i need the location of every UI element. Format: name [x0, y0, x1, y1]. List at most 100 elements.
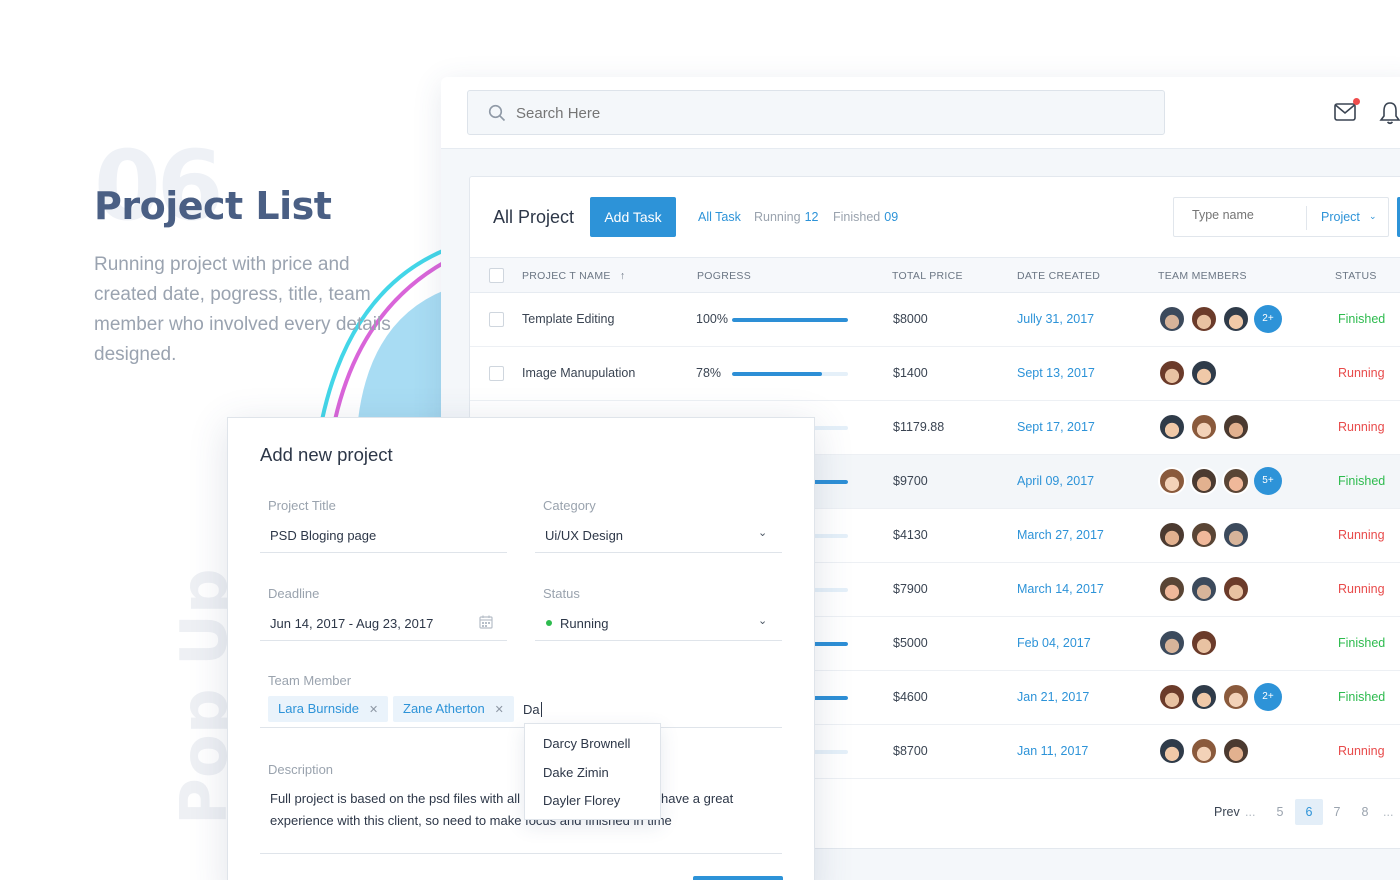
- panel-title: All Project: [493, 207, 575, 227]
- tab-label: Finished: [833, 210, 881, 224]
- suggestion-item[interactable]: Dake Zimin: [543, 765, 609, 780]
- typed-text: Da: [523, 702, 540, 717]
- team-member-label: Team Member: [268, 673, 352, 688]
- project-name[interactable]: Template Editing: [522, 312, 614, 326]
- tab-count: 12: [804, 210, 819, 224]
- table-row[interactable]: Template Editing 100% $8000 Jully 31, 2017 2…: [470, 293, 1400, 347]
- row-checkbox[interactable]: [489, 366, 504, 381]
- date-created: Sept 13, 2017: [1017, 366, 1095, 380]
- search-input[interactable]: [516, 102, 1116, 124]
- avatar[interactable]: [1158, 359, 1186, 387]
- more-members-badge[interactable]: 2+: [1254, 683, 1282, 711]
- more-members-badge[interactable]: 2+: [1254, 305, 1282, 333]
- avatar[interactable]: [1222, 737, 1250, 765]
- description-text-b[interactable]: have a great: [661, 791, 733, 806]
- deadline-input[interactable]: Jun 14, 2017 - Aug 23, 2017: [270, 616, 433, 631]
- avatar[interactable]: [1190, 575, 1218, 603]
- avatar[interactable]: [1190, 413, 1218, 441]
- select-all-checkbox[interactable]: [489, 268, 504, 283]
- name-filter: Project ⌄: [1173, 197, 1389, 237]
- avatar[interactable]: [1190, 359, 1218, 387]
- progress-fill: [732, 318, 848, 322]
- team-member-input[interactable]: Da: [523, 702, 542, 717]
- category-select[interactable]: Ui/UX Design: [545, 528, 623, 543]
- remove-chip-icon[interactable]: ✕: [495, 704, 504, 716]
- date-created: Feb 04, 2017: [1017, 636, 1091, 650]
- more-members-badge[interactable]: 5+: [1254, 467, 1282, 495]
- row-checkbox[interactable]: [489, 312, 504, 327]
- top-bar: [441, 77, 1400, 149]
- field-underline: [535, 552, 782, 553]
- remove-chip-icon[interactable]: ✕: [369, 704, 378, 716]
- search-box[interactable]: [467, 90, 1165, 135]
- avatar[interactable]: [1158, 521, 1186, 549]
- avatar[interactable]: [1158, 575, 1186, 603]
- avatar[interactable]: [1190, 683, 1218, 711]
- page-5[interactable]: 5: [1266, 799, 1294, 825]
- suggestion-item[interactable]: Dayler Florey: [543, 793, 620, 808]
- tab-all-task[interactable]: All Task: [698, 210, 741, 224]
- status-text: Finished: [1338, 312, 1386, 326]
- date-created: March 27, 2017: [1017, 528, 1104, 542]
- modal-title: Add new project: [260, 444, 393, 465]
- status-text: Running: [1338, 366, 1385, 380]
- avatar[interactable]: [1190, 521, 1218, 549]
- col-date-created: DATE CREATED: [1017, 270, 1101, 282]
- avatar[interactable]: [1190, 737, 1218, 765]
- avatar[interactable]: [1222, 521, 1250, 549]
- avatar[interactable]: [1158, 413, 1186, 441]
- team-chip: Lara Burnside ✕: [268, 696, 389, 722]
- name-filter-input[interactable]: [1192, 208, 1292, 222]
- col-total-price: TOTAL PRICE: [892, 270, 963, 282]
- category-label: Category: [543, 498, 596, 513]
- avatar[interactable]: [1222, 413, 1250, 441]
- chevron-down-icon[interactable]: ⌄: [758, 526, 767, 539]
- bell-icon[interactable]: [1379, 101, 1400, 125]
- search-icon: [488, 104, 506, 122]
- col-project-name[interactable]: PROJEC T NAME ↑: [522, 270, 625, 282]
- total-price: $4130: [893, 528, 928, 542]
- tab-running[interactable]: Running 12: [754, 210, 818, 224]
- avatar[interactable]: [1222, 467, 1250, 495]
- description-text-a[interactable]: Full project is based on the psd files w…: [270, 791, 520, 806]
- calendar-icon[interactable]: [479, 615, 493, 629]
- prev-button[interactable]: Prev: [1214, 805, 1240, 819]
- avatar[interactable]: [1222, 575, 1250, 603]
- avatar[interactable]: [1190, 305, 1218, 333]
- project-title-input[interactable]: PSD Bloging page: [270, 528, 376, 543]
- field-underline: [260, 552, 507, 553]
- avatar[interactable]: [1158, 305, 1186, 333]
- page-8[interactable]: 8: [1351, 799, 1379, 825]
- avatar[interactable]: [1158, 467, 1186, 495]
- pagination-trailing-dots: ...: [1383, 805, 1394, 819]
- date-created: Jully 31, 2017: [1017, 312, 1095, 326]
- date-created: April 09, 2017: [1017, 474, 1095, 488]
- chevron-down-icon[interactable]: ⌄: [758, 614, 767, 627]
- pagination-dots: ...: [1245, 805, 1256, 819]
- status-select[interactable]: Running: [560, 616, 608, 631]
- mail-icon[interactable]: [1334, 103, 1356, 121]
- field-underline: [535, 640, 782, 641]
- avatar[interactable]: [1158, 737, 1186, 765]
- submit-button-edge[interactable]: [693, 876, 783, 880]
- avatar[interactable]: [1158, 683, 1186, 711]
- avatar[interactable]: [1222, 683, 1250, 711]
- tab-finished[interactable]: Finished 09: [833, 210, 898, 224]
- avatar[interactable]: [1222, 305, 1250, 333]
- status-text: Running: [1338, 528, 1385, 542]
- page-7[interactable]: 7: [1323, 799, 1351, 825]
- project-name[interactable]: Image Manupulation: [522, 366, 635, 380]
- avatar[interactable]: [1190, 467, 1218, 495]
- status-text: Finished: [1338, 474, 1386, 488]
- table-row[interactable]: Image Manupulation 78% $1400 Sept 13, 2017 R…: [470, 347, 1400, 401]
- suggestion-item[interactable]: Darcy Brownell: [543, 736, 630, 751]
- project-select[interactable]: Project: [1321, 210, 1360, 224]
- progress-percent: 78%: [696, 366, 722, 380]
- avatar[interactable]: [1158, 629, 1186, 657]
- chip-label: Lara Burnside: [278, 701, 359, 716]
- status-text: Running: [1338, 420, 1385, 434]
- divider: [1306, 206, 1307, 230]
- add-task-button[interactable]: Add Task: [590, 197, 676, 237]
- avatar[interactable]: [1190, 629, 1218, 657]
- page-6[interactable]: 6: [1295, 799, 1323, 825]
